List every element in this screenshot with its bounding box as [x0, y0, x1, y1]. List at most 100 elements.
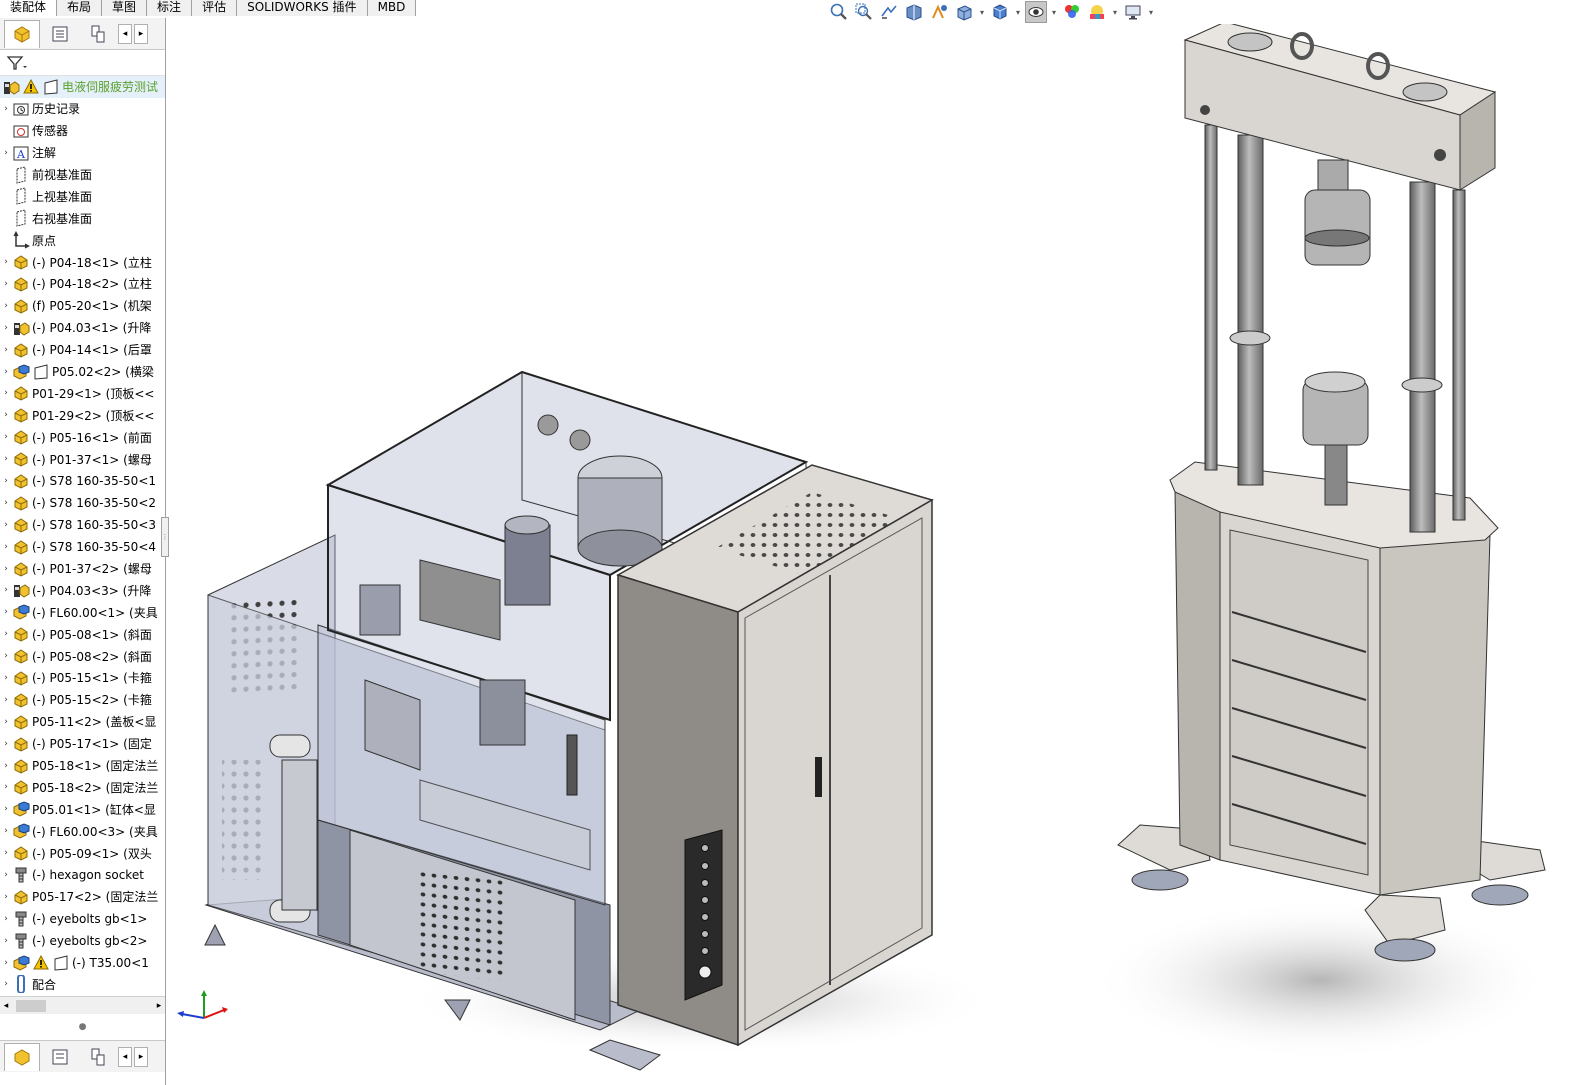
command-tab[interactable]: 评估 [192, 0, 238, 16]
expand-chevron-icon[interactable]: › [0, 498, 12, 508]
horizontal-scrollbar[interactable]: ◂ ▸ [0, 996, 165, 1014]
tree-item[interactable]: › (-) P04-18<1> (立柱 [0, 251, 165, 273]
expand-chevron-icon[interactable]: › [0, 607, 12, 617]
view-orientation-icon[interactable] [953, 1, 975, 23]
tree-item[interactable]: › (-) P04-18<2> (立柱 [0, 273, 165, 295]
expand-chevron-icon[interactable]: › [0, 367, 12, 377]
tree-item[interactable]: › (-) FL60.00<3> (夹具 [0, 820, 165, 842]
tree-item[interactable]: › (-) P04.03<3> (升降 [0, 579, 165, 601]
view-settings-icon[interactable] [1122, 1, 1144, 23]
featuremanager-tree-tab[interactable] [4, 1042, 40, 1071]
expand-chevron-icon[interactable]: › [0, 629, 12, 639]
zoom-to-fit-icon[interactable] [828, 1, 850, 23]
chevron-down-icon[interactable]: ▾ [978, 1, 986, 23]
tree-item[interactable]: › (-) hexagon socket [0, 864, 165, 886]
expand-chevron-icon[interactable]: › [0, 410, 12, 420]
expand-chevron-icon[interactable]: › [0, 345, 12, 355]
expand-chevron-icon[interactable]: › [0, 914, 12, 924]
expand-chevron-icon[interactable]: › [0, 257, 12, 267]
scroll-right-button[interactable]: ▸ [134, 1046, 148, 1067]
expand-chevron-icon[interactable]: › [0, 520, 12, 530]
tree-item[interactable]: › (-) P04-14<1> (后罩 [0, 339, 165, 361]
expand-chevron-icon[interactable]: › [0, 585, 12, 595]
configuration-manager-tab[interactable] [80, 1043, 116, 1071]
previous-view-icon[interactable] [878, 1, 900, 23]
tree-item[interactable]: 前视基准面 [0, 164, 165, 186]
chevron-down-icon[interactable]: ▾ [1111, 1, 1119, 23]
section-view-icon[interactable] [903, 1, 925, 23]
tree-item[interactable]: › (-) P05-08<2> (斜面 [0, 645, 165, 667]
expand-chevron-icon[interactable]: › [0, 892, 12, 902]
tree-item[interactable]: › (-) FL60.00<1> (夹具 [0, 601, 165, 623]
scroll-left-button[interactable]: ◂ [118, 1046, 132, 1067]
configuration-manager-tab[interactable] [80, 20, 116, 48]
expand-chevron-icon[interactable]: › [0, 388, 12, 398]
tree-filter[interactable] [0, 50, 165, 76]
property-manager-tab[interactable] [42, 20, 78, 48]
tree-item[interactable]: › (-) P05-15<1> (卡箍 [0, 667, 165, 689]
tree-item[interactable]: 上视基准面 [0, 185, 165, 207]
tree-item[interactable]: › (-) P05-09<1> (双头 [0, 842, 165, 864]
tree-item[interactable]: › (-) P05-16<1> (前面 [0, 426, 165, 448]
expand-chevron-icon[interactable]: › [0, 870, 12, 880]
command-tab[interactable]: SOLIDWORKS 插件 [237, 0, 368, 16]
tree-item[interactable]: 传感器 [0, 120, 165, 142]
tree-item[interactable]: › (-) P05-08<1> (斜面 [0, 623, 165, 645]
expand-chevron-icon[interactable]: › [0, 739, 12, 749]
tree-item[interactable]: › (f) P05-20<1> (机架 [0, 295, 165, 317]
expand-chevron-icon[interactable]: › [0, 301, 12, 311]
expand-chevron-icon[interactable]: › [0, 936, 12, 946]
scroll-thumb[interactable] [16, 999, 46, 1012]
expand-chevron-icon[interactable]: › [0, 454, 12, 464]
scroll-right-button[interactable]: ▸ [134, 23, 148, 44]
expand-chevron-icon[interactable]: › [0, 826, 12, 836]
apply-scene-icon[interactable] [1086, 1, 1108, 23]
tree-item[interactable]: › P01-29<1> (顶板<< [0, 382, 165, 404]
expand-chevron-icon[interactable]: › [0, 761, 12, 771]
chevron-down-icon[interactable]: ▾ [1147, 1, 1155, 23]
expand-chevron-icon[interactable]: › [0, 476, 12, 486]
tree-item[interactable]: › (-) S78 160-35-50<2 [0, 492, 165, 514]
tree-item[interactable]: › A 注解 [0, 142, 165, 164]
expand-chevron-icon[interactable]: › [0, 104, 12, 114]
hide-show-items-icon[interactable] [1025, 1, 1047, 23]
tree-item[interactable]: › P05-18<2> (固定法兰 [0, 777, 165, 799]
tree-item[interactable]: › (-) eyebolts gb<1> [0, 908, 165, 930]
tree-item[interactable]: › (-) S78 160-35-50<3 [0, 514, 165, 536]
expand-chevron-icon[interactable]: › [0, 717, 12, 727]
tree-item[interactable]: › (-) P05-15<2> (卡箍 [0, 689, 165, 711]
expand-chevron-icon[interactable]: › [0, 958, 12, 968]
edit-appearance-icon[interactable] [1061, 1, 1083, 23]
graphics-area[interactable] [167, 24, 1576, 1085]
expand-chevron-icon[interactable]: › [0, 673, 12, 683]
display-style-icon[interactable] [989, 1, 1011, 23]
tree-item[interactable]: 右视基准面 [0, 207, 165, 229]
expand-chevron-icon[interactable]: › [0, 148, 12, 158]
chevron-down-icon[interactable]: ▾ [1050, 1, 1058, 23]
tree-item[interactable]: › (-) eyebolts gb<2> [0, 930, 165, 952]
tree-item[interactable]: › P01-29<2> (顶板<< [0, 404, 165, 426]
command-tab[interactable]: 装配体 [0, 0, 58, 16]
tree-item[interactable]: › (-) P05-17<1> (固定 [0, 733, 165, 755]
expand-chevron-icon[interactable]: › [0, 695, 12, 705]
expand-chevron-icon[interactable]: › [0, 564, 12, 574]
tree-item[interactable]: › P05.02<2> (横梁 [0, 361, 165, 383]
tree-item[interactable]: › P05-11<2> (盖板<显 [0, 711, 165, 733]
dynamic-annotation-icon[interactable] [928, 1, 950, 23]
expand-chevron-icon[interactable]: › [0, 979, 12, 989]
expand-chevron-icon[interactable]: › [0, 279, 12, 289]
expand-chevron-icon[interactable]: › [0, 651, 12, 661]
scroll-right-icon[interactable]: ▸ [153, 1001, 165, 1011]
tree-item[interactable]: › (-) P01-37<2> (螺母 [0, 558, 165, 580]
expand-chevron-icon[interactable]: › [0, 542, 12, 552]
hydraulic-power-unit[interactable] [167, 24, 1000, 1071]
expand-chevron-icon[interactable]: › [0, 804, 12, 814]
tree-root-assembly[interactable]: 电液伺服疲劳测试 [0, 76, 165, 98]
tree-item[interactable]: › (-) S78 160-35-50<1 [0, 470, 165, 492]
tree-item[interactable]: › (-) T35.00<1 [0, 952, 165, 974]
expand-chevron-icon[interactable]: › [0, 848, 12, 858]
tree-item[interactable]: › P05.01<1> (缸体<显 [0, 798, 165, 820]
expand-chevron-icon[interactable]: › [0, 432, 12, 442]
featuremanager-tree-tab[interactable] [4, 19, 40, 48]
expand-chevron-icon[interactable]: › [0, 782, 12, 792]
